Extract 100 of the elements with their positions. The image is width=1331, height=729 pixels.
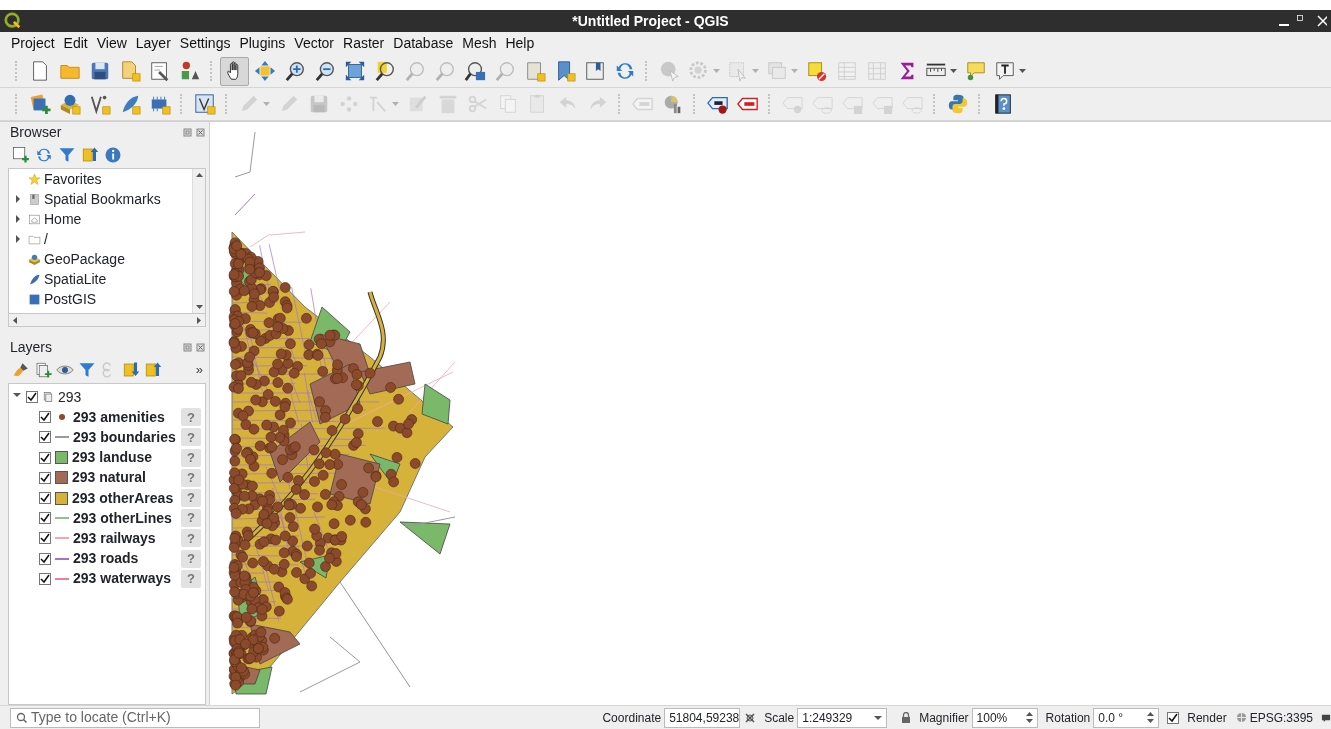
layer-warning-button[interactable]: ? xyxy=(181,489,201,508)
checkbox[interactable] xyxy=(39,572,51,585)
menu-item[interactable]: Vector xyxy=(291,33,338,54)
tree-item[interactable]: Home xyxy=(44,208,82,230)
layer-name[interactable]: 293 natural xyxy=(72,467,146,489)
layer-warning-button[interactable]: ? xyxy=(181,408,201,427)
checkbox[interactable] xyxy=(39,451,51,464)
expand-arrow-icon[interactable] xyxy=(16,215,20,223)
vertical-scrollbar[interactable] xyxy=(192,169,205,313)
layer-name[interactable]: 293 boundaries xyxy=(73,426,176,448)
search-icon xyxy=(16,712,27,723)
checkbox[interactable] xyxy=(39,512,51,525)
tree-item[interactable]: GeoPackage xyxy=(44,248,125,270)
tree-item[interactable]: / xyxy=(44,228,48,250)
locate-field[interactable]: Type to locate (Ctrl+K) xyxy=(10,707,260,728)
checkbox[interactable] xyxy=(26,391,38,404)
status-label: Coordinate xyxy=(602,709,662,727)
layer-warning-button[interactable]: ? xyxy=(181,428,201,447)
layer-name[interactable]: 293 waterways xyxy=(73,568,172,590)
window-title: *Untitled Project - QGIS xyxy=(571,11,730,31)
menu-item[interactable]: Project xyxy=(8,33,58,54)
expand-all-icon[interactable] xyxy=(122,361,140,379)
layer-warning-button[interactable]: ? xyxy=(181,569,201,588)
scroll-right-icon xyxy=(197,316,201,324)
globe-icon xyxy=(1235,712,1247,723)
checkbox[interactable] xyxy=(39,532,51,545)
scroll-left-icon xyxy=(13,316,17,324)
status-label: Rotation xyxy=(1045,709,1091,727)
menu-item[interactable]: Database xyxy=(390,33,457,54)
group-icon xyxy=(42,391,54,404)
layer-name[interactable]: 293 otherLines xyxy=(73,507,172,529)
tree-item[interactable]: SpatiaLite xyxy=(44,268,107,290)
menu-item[interactable]: Layer xyxy=(132,33,174,54)
four-arrows-icon xyxy=(253,60,276,82)
add-group-icon[interactable] xyxy=(34,361,52,379)
zoom-in-icon xyxy=(283,60,306,82)
magnifier-icon xyxy=(373,60,396,82)
rotation-field[interactable]: 0.0 ° xyxy=(1093,707,1160,728)
menu-item[interactable]: Raster xyxy=(340,33,388,54)
database-icon xyxy=(28,292,41,306)
minimize-icon xyxy=(1279,24,1289,26)
status-label: Magnifier xyxy=(919,709,969,727)
tree-item[interactable]: Favorites xyxy=(44,169,102,190)
caret-icon xyxy=(713,69,720,73)
geopackage-icon xyxy=(28,252,41,266)
caret-icon xyxy=(752,69,759,73)
horizontal-scrollbar[interactable] xyxy=(8,314,206,327)
toolbar-button[interactable] xyxy=(220,56,249,86)
layer-name[interactable]: 293 landuse xyxy=(72,447,153,469)
layer-warning-button[interactable]: ? xyxy=(181,468,201,487)
scroll-down-icon xyxy=(195,305,203,309)
tree-item[interactable]: Spatial Bookmarks xyxy=(44,188,161,210)
float-panel-icon xyxy=(183,343,192,352)
menu-item[interactable]: Plugins xyxy=(236,33,289,54)
magnifier-icon xyxy=(493,60,516,82)
menu-item[interactable]: Settings xyxy=(176,33,234,54)
feather-icon xyxy=(28,272,41,286)
collapse-icon[interactable] xyxy=(81,146,99,164)
add-selected-icon[interactable] xyxy=(12,146,30,164)
expand-arrow-icon[interactable] xyxy=(16,235,20,243)
more-tools-button[interactable]: » xyxy=(195,360,203,380)
magnifier-field[interactable]: 100% xyxy=(971,707,1038,728)
lock-icon xyxy=(901,711,912,724)
expand-arrow-icon[interactable] xyxy=(16,195,20,203)
checkbox[interactable] xyxy=(39,471,51,484)
group-name[interactable]: 293 xyxy=(58,386,82,408)
layer-name[interactable]: 293 otherAreas xyxy=(72,487,174,509)
layer-warning-button[interactable]: ? xyxy=(181,549,201,568)
filter-icon[interactable] xyxy=(78,361,96,379)
menu-item[interactable]: Help xyxy=(502,33,538,54)
layer-warning-button[interactable]: ? xyxy=(181,529,201,548)
refresh-icon[interactable] xyxy=(35,146,53,164)
magnifier-icon xyxy=(463,60,486,82)
menu-item[interactable]: View xyxy=(93,33,130,54)
collapse-all-icon[interactable] xyxy=(144,361,162,379)
caret-icon xyxy=(263,102,270,106)
menu-item[interactable]: Mesh xyxy=(459,33,500,54)
star-icon xyxy=(28,172,41,186)
checkbox[interactable] xyxy=(39,411,51,424)
bookmark-icon xyxy=(583,60,606,82)
layer-name[interactable]: 293 roads xyxy=(73,548,139,570)
nodes-icon xyxy=(337,93,360,115)
tree-item[interactable]: PostGIS xyxy=(44,288,97,310)
checkbox[interactable] xyxy=(1167,711,1180,724)
scale-dropdown[interactable]: 1:249329 xyxy=(797,707,888,728)
checkbox[interactable] xyxy=(39,492,51,505)
layer-warning-button[interactable]: ? xyxy=(181,448,201,467)
crs-button[interactable]: EPSG:3395 xyxy=(1235,708,1313,727)
layer-name[interactable]: 293 amenities xyxy=(73,406,165,428)
menu-item[interactable]: Edit xyxy=(60,33,91,54)
info-icon[interactable] xyxy=(104,146,122,164)
filter-icon[interactable] xyxy=(58,146,76,164)
coordinate-field[interactable]: 51804,59238 xyxy=(664,707,741,728)
paintbrush-icon[interactable] xyxy=(12,361,30,379)
layer-warning-button[interactable]: ? xyxy=(181,509,201,528)
close-panel-icon xyxy=(196,343,205,352)
status-label: Render xyxy=(1187,709,1227,727)
layer-name[interactable]: 293 railways xyxy=(73,527,156,549)
checkbox[interactable] xyxy=(39,552,51,565)
checkbox[interactable] xyxy=(39,431,51,444)
